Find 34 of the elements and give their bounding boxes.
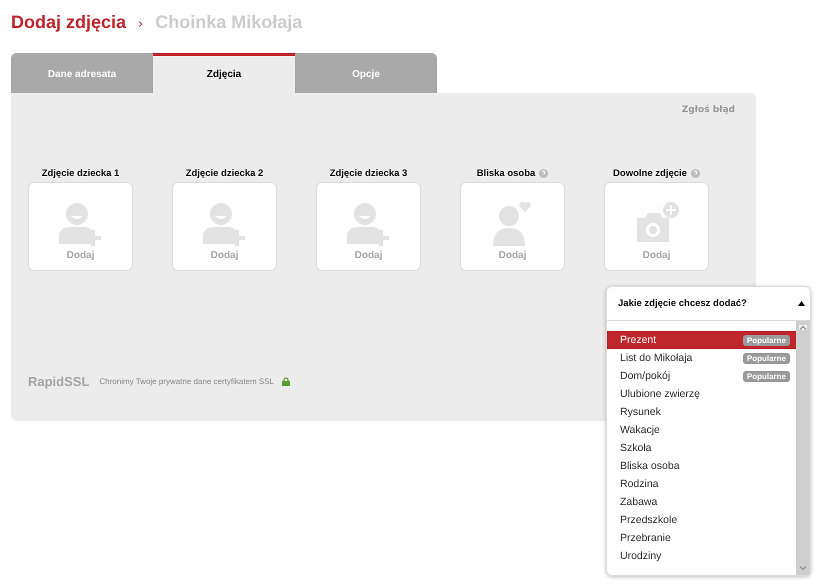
help-icon[interactable] [690,169,700,178]
slot-label: Zdjęcie dziecka 2 [186,168,264,179]
dropdown-option[interactable]: Przebranie [607,529,796,547]
dropdown-option[interactable]: List do Mikołaja Popularne [607,349,796,367]
ssl-note: Chronimy Twoje prywatne dane certyfikatem SSL [99,377,274,386]
dropdown-option[interactable]: Urodziny [607,547,796,565]
slot-label: Zdjęcie dziecka 3 [330,168,408,179]
popular-badge: Popularne [742,352,790,364]
page-title: Dodaj zdjęcia [11,12,126,33]
dropdown-option[interactable]: Rysunek [607,403,796,421]
popular-badge: Popularne [742,334,790,346]
slot-label: Bliska osoba [476,168,536,179]
dropdown-option[interactable]: Bliska osoba [607,457,796,475]
dropdown-option[interactable]: Ulubione zwierzę [607,385,796,403]
slot-label: Zdjęcie dziecka 1 [42,168,120,179]
caret-up-icon[interactable] [798,301,805,306]
dropdown-title: Jakie zdjęcie chcesz dodać? [618,298,747,309]
breadcrumb-separator: › [138,17,144,32]
lock-icon [282,377,290,386]
dropdown-option[interactable]: Prezent Popularne [607,331,796,349]
dropdown-option[interactable]: Dom/pokój Popularne [607,367,796,385]
dropdown-option[interactable]: Szkoła [607,439,796,457]
scroll-up-icon[interactable] [799,325,807,330]
dropdown-option[interactable]: Rodzina [607,475,796,493]
dropdown-option[interactable]: Zabawa [607,493,796,511]
slot-label: Dowolne zdjęcie [613,168,687,179]
ssl-logo: RapidSSL [28,374,90,389]
dropdown-option[interactable]: Przedszkole [607,511,796,529]
help-icon[interactable] [539,169,548,178]
popular-badge: Popularne [742,370,790,382]
scroll-down-icon[interactable] [799,566,807,571]
scrollbar[interactable] [796,321,810,575]
dropdown-option[interactable]: Wakacje [607,421,796,439]
tab[interactable]: Zdjęcia [153,53,295,93]
